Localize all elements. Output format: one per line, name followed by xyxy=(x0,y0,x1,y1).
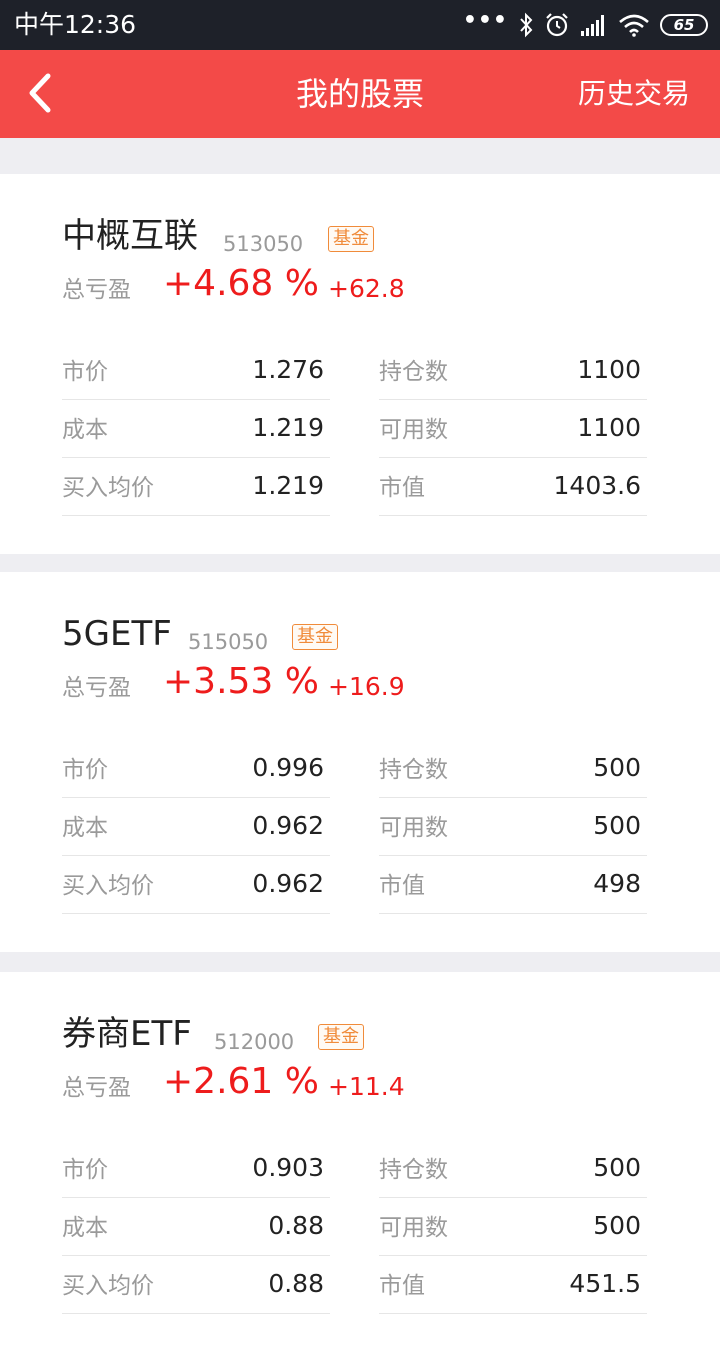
total-pl-amount: +11.4 xyxy=(328,1072,405,1101)
available-label: 可用数 xyxy=(379,815,448,841)
position-value: 1100 xyxy=(577,355,641,384)
market-value-row: 市值 451.5 xyxy=(379,1256,647,1314)
cost-value: 0.88 xyxy=(268,1211,324,1240)
avg-buy-row: 买入均价 1.219 xyxy=(62,458,330,516)
available-row: 可用数 1100 xyxy=(379,400,647,458)
avg-buy-row: 买入均价 0.88 xyxy=(62,1256,330,1314)
market-value-row: 市值 498 xyxy=(379,856,647,914)
position-label: 持仓数 xyxy=(379,757,448,783)
price-value: 0.996 xyxy=(252,753,324,782)
total-pl-percent: +3.53 % xyxy=(163,661,319,702)
holding-code: 513050 xyxy=(223,232,304,256)
market-value-row: 市值 1403.6 xyxy=(379,458,647,516)
market-value-value: 1403.6 xyxy=(553,471,641,500)
market-value-value: 498 xyxy=(593,869,641,898)
price-row: 市价 1.276 xyxy=(62,342,330,400)
avg-buy-row: 买入均价 0.962 xyxy=(62,856,330,914)
position-row: 持仓数 1100 xyxy=(379,342,647,400)
alarm-icon xyxy=(546,13,568,37)
total-pl-percent: +4.68 % xyxy=(163,263,319,304)
available-label: 可用数 xyxy=(379,417,448,443)
avg-buy-label: 买入均价 xyxy=(62,873,154,899)
position-value: 500 xyxy=(593,753,641,782)
market-value-label: 市值 xyxy=(379,873,425,899)
available-value: 1100 xyxy=(577,413,641,442)
nav-bar: 我的股票 历史交易 xyxy=(0,50,720,138)
position-row: 持仓数 500 xyxy=(379,740,647,798)
price-label: 市价 xyxy=(62,757,108,783)
fund-tag-badge: 基金 xyxy=(292,624,338,650)
avg-buy-value: 1.219 xyxy=(252,471,324,500)
market-value-value: 451.5 xyxy=(569,1269,641,1298)
position-label: 持仓数 xyxy=(379,1157,448,1183)
total-pl-label: 总亏盈 xyxy=(62,1075,131,1101)
available-row: 可用数 500 xyxy=(379,1198,647,1256)
available-row: 可用数 500 xyxy=(379,798,647,856)
market-value-label: 市值 xyxy=(379,1273,425,1299)
holding-name: 券商ETF xyxy=(62,1014,192,1054)
bluetooth-icon xyxy=(520,12,533,38)
holding-code: 515050 xyxy=(188,630,269,654)
holding-card[interactable]: 券商ETF 512000 基金 总亏盈 +2.61 % +11.4 市价 0.9… xyxy=(0,972,720,1352)
available-value: 500 xyxy=(593,811,641,840)
cost-row: 成本 1.219 xyxy=(62,400,330,458)
fund-tag-badge: 基金 xyxy=(318,1024,364,1050)
holding-code: 512000 xyxy=(214,1030,295,1054)
cost-label: 成本 xyxy=(62,815,108,841)
total-pl-label: 总亏盈 xyxy=(62,277,131,303)
avg-buy-value: 0.88 xyxy=(268,1269,324,1298)
battery-icon: 65 xyxy=(660,14,708,36)
wifi-icon xyxy=(619,14,649,37)
status-bar: 中午12:36 ••• 65 xyxy=(0,0,720,50)
price-row: 市价 0.903 xyxy=(62,1140,330,1198)
back-arrow-icon[interactable] xyxy=(22,72,66,116)
cost-value: 0.962 xyxy=(252,811,324,840)
price-label: 市价 xyxy=(62,359,108,385)
status-icons: ••• 65 xyxy=(463,8,708,42)
holding-card[interactable]: 5GETF 515050 基金 总亏盈 +3.53 % +16.9 市价 0.9… xyxy=(0,572,720,952)
total-pl-label: 总亏盈 xyxy=(62,675,131,701)
cost-label: 成本 xyxy=(62,1215,108,1241)
price-value: 1.276 xyxy=(252,355,324,384)
total-pl-percent: +2.61 % xyxy=(163,1061,319,1102)
price-row: 市价 0.996 xyxy=(62,740,330,798)
available-label: 可用数 xyxy=(379,1215,448,1241)
holding-card[interactable]: 中概互联 513050 基金 总亏盈 +4.68 % +62.8 市价 1.27… xyxy=(0,174,720,554)
position-row: 持仓数 500 xyxy=(379,1140,647,1198)
avg-buy-value: 0.962 xyxy=(252,869,324,898)
cost-row: 成本 0.962 xyxy=(62,798,330,856)
cost-value: 1.219 xyxy=(252,413,324,442)
price-value: 0.903 xyxy=(252,1153,324,1182)
avg-buy-label: 买入均价 xyxy=(62,1273,154,1299)
holding-name: 5GETF xyxy=(62,614,172,654)
avg-buy-label: 买入均价 xyxy=(62,475,154,501)
cost-label: 成本 xyxy=(62,417,108,443)
cost-row: 成本 0.88 xyxy=(62,1198,330,1256)
total-pl-amount: +16.9 xyxy=(328,672,405,701)
holding-name: 中概互联 xyxy=(62,216,198,256)
available-value: 500 xyxy=(593,1211,641,1240)
fund-tag-badge: 基金 xyxy=(328,226,374,252)
total-pl-amount: +62.8 xyxy=(328,274,405,303)
position-label: 持仓数 xyxy=(379,359,448,385)
history-trades-link[interactable]: 历史交易 xyxy=(578,76,690,112)
position-value: 500 xyxy=(593,1153,641,1182)
price-label: 市价 xyxy=(62,1157,108,1183)
status-time: 中午12:36 xyxy=(14,10,137,39)
more-dots-icon: ••• xyxy=(462,7,508,33)
market-value-label: 市值 xyxy=(379,475,425,501)
signal-icon xyxy=(581,15,604,36)
